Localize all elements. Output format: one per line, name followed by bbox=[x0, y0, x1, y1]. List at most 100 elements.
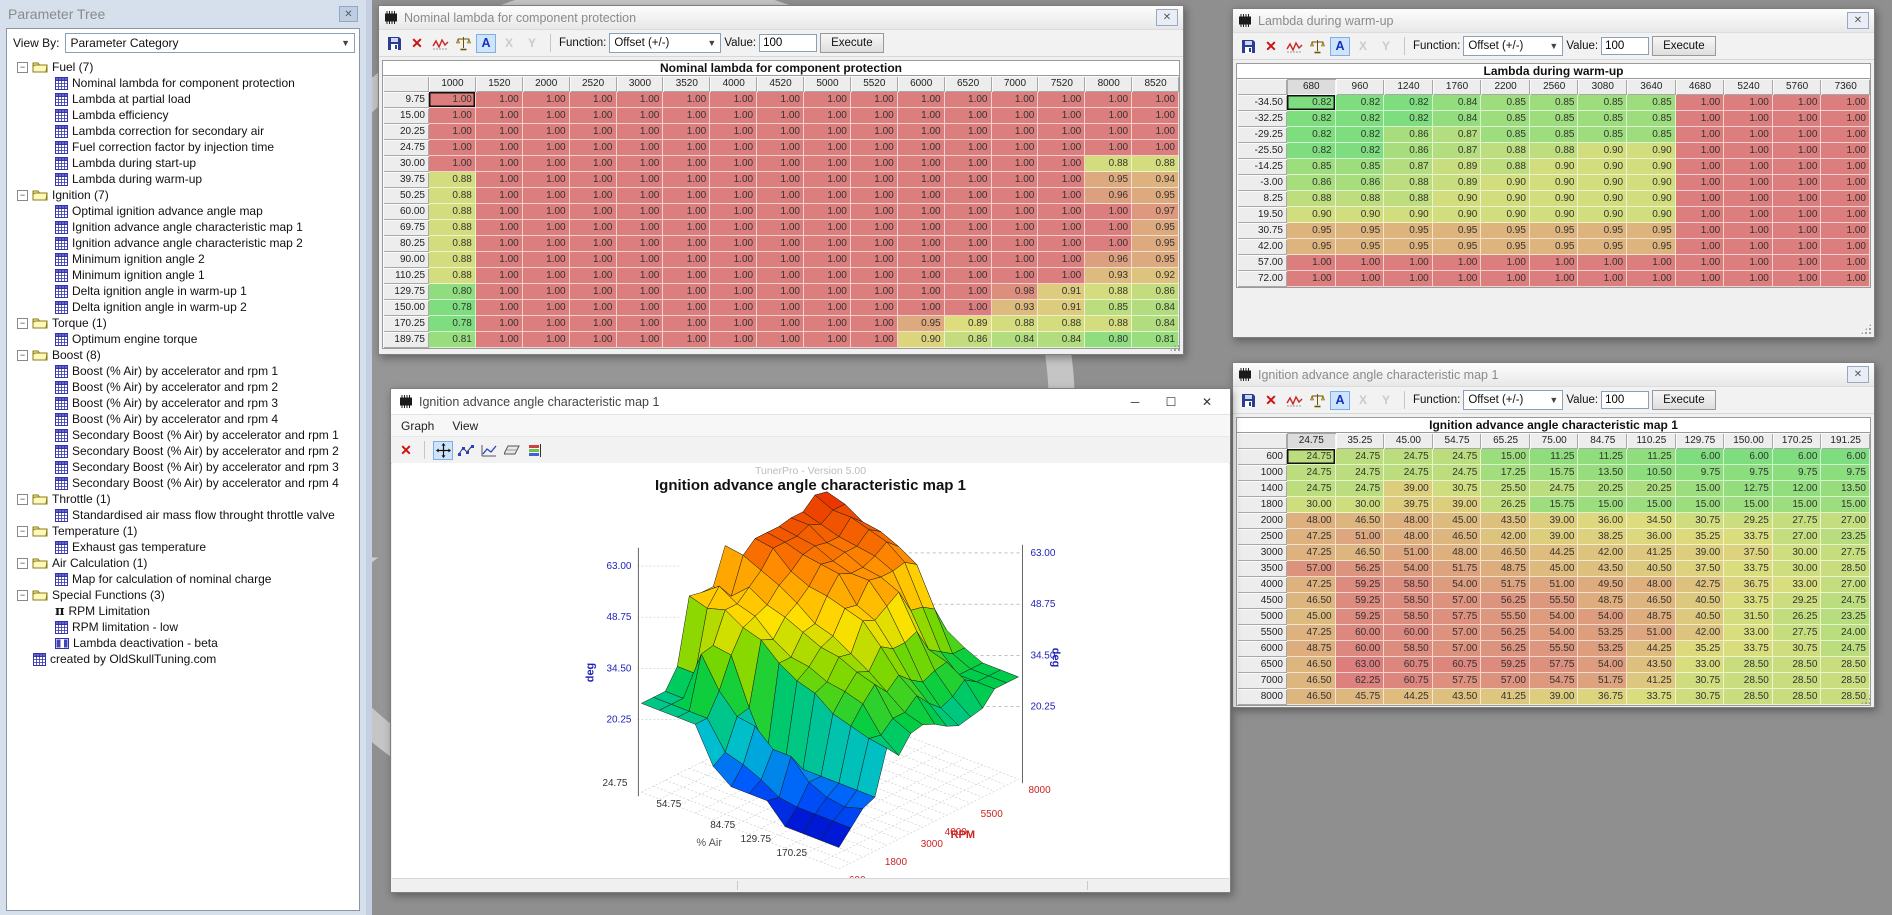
table-cell[interactable]: 1.00 bbox=[851, 204, 898, 220]
table-cell[interactable]: 1.00 bbox=[1773, 175, 1822, 191]
table-cell[interactable]: 1.00 bbox=[1038, 124, 1085, 140]
row-header[interactable]: 72.00 bbox=[1237, 271, 1287, 287]
table-cell[interactable]: 10.50 bbox=[1627, 465, 1676, 481]
table-cell[interactable]: 0.82 bbox=[1287, 127, 1336, 143]
table-cell[interactable]: 1.00 bbox=[429, 92, 476, 108]
table-cell[interactable]: 1.00 bbox=[663, 236, 710, 252]
tree-item[interactable]: Lambda deactivation - beta bbox=[9, 635, 359, 651]
table-cell[interactable]: 29.25 bbox=[1724, 513, 1773, 529]
table-cell[interactable]: 1.00 bbox=[1821, 159, 1870, 175]
table-cell[interactable]: 1.00 bbox=[898, 92, 945, 108]
table-cell[interactable]: 1.00 bbox=[476, 268, 523, 284]
table-cell[interactable]: 11.25 bbox=[1627, 449, 1676, 465]
row-header[interactable]: 3500 bbox=[1237, 561, 1287, 577]
save-icon[interactable] bbox=[384, 34, 404, 53]
table-cell[interactable]: 33.75 bbox=[1724, 593, 1773, 609]
table-cell[interactable]: 1.00 bbox=[1724, 271, 1773, 287]
column-header[interactable]: 4520 bbox=[757, 76, 804, 92]
table-cell[interactable]: 0.88 bbox=[429, 236, 476, 252]
column-header[interactable]: 4000 bbox=[710, 76, 757, 92]
column-header[interactable]: 5240 bbox=[1724, 79, 1773, 95]
table-cell[interactable]: 1.00 bbox=[1038, 156, 1085, 172]
row-header[interactable]: 15.00 bbox=[383, 108, 429, 124]
table-cell[interactable]: 1.00 bbox=[945, 108, 992, 124]
table-cell[interactable]: 0.85 bbox=[1530, 95, 1579, 111]
table-cell[interactable]: 1.00 bbox=[1627, 271, 1676, 287]
table-cell[interactable]: 1.00 bbox=[476, 172, 523, 188]
row-header[interactable]: -34.50 bbox=[1237, 95, 1287, 111]
table-cell[interactable]: 1.00 bbox=[570, 316, 617, 332]
table-cell[interactable]: 1.00 bbox=[945, 268, 992, 284]
table-cell[interactable]: 1.00 bbox=[523, 204, 570, 220]
column-header[interactable]: 1520 bbox=[476, 76, 523, 92]
table-cell[interactable]: 1.00 bbox=[570, 140, 617, 156]
table-cell[interactable]: 17.25 bbox=[1481, 465, 1530, 481]
table-cell[interactable]: 46.50 bbox=[1287, 657, 1336, 673]
table-cell[interactable]: 0.84 bbox=[992, 332, 1039, 348]
tree-group[interactable]: −Fuel (7) bbox=[9, 59, 359, 75]
table-cell[interactable]: 1.00 bbox=[1038, 268, 1085, 284]
table-cell[interactable]: 1.00 bbox=[1530, 255, 1579, 271]
compare-icon[interactable] bbox=[1307, 391, 1327, 410]
table-cell[interactable]: 1.00 bbox=[757, 172, 804, 188]
collapse-icon[interactable]: − bbox=[17, 62, 28, 73]
table-cell[interactable]: 1.00 bbox=[617, 204, 664, 220]
tree-item[interactable]: Optimum engine torque bbox=[9, 331, 359, 347]
table-cell[interactable]: 0.85 bbox=[1627, 127, 1676, 143]
table-cell[interactable]: 1.00 bbox=[1821, 223, 1870, 239]
table-cell[interactable]: 0.85 bbox=[1085, 300, 1132, 316]
table-cell[interactable]: 1.00 bbox=[523, 108, 570, 124]
table-cell[interactable]: 1.00 bbox=[851, 332, 898, 348]
table-cell[interactable]: 15.00 bbox=[1676, 497, 1725, 513]
table-cell[interactable]: 1.00 bbox=[992, 188, 1039, 204]
table-cell[interactable]: 1.00 bbox=[1773, 111, 1822, 127]
tree-item[interactable]: Map for calculation of nominal charge bbox=[9, 571, 359, 587]
column-header[interactable]: 7520 bbox=[1038, 76, 1085, 92]
table-cell[interactable]: 0.90 bbox=[1384, 207, 1433, 223]
column-header[interactable]: 3520 bbox=[663, 76, 710, 92]
tree-item[interactable]: Secondary Boost (% Air) by accelerator a… bbox=[9, 475, 359, 491]
table-cell[interactable]: 0.90 bbox=[1481, 175, 1530, 191]
table-cell[interactable]: 0.84 bbox=[1132, 316, 1179, 332]
table-cell[interactable]: 1.00 bbox=[1676, 95, 1725, 111]
close-icon[interactable]: ✕ bbox=[1847, 366, 1869, 383]
table-cell[interactable]: 0.88 bbox=[1481, 159, 1530, 175]
table-cell[interactable]: 27.75 bbox=[1821, 545, 1870, 561]
delete-icon[interactable]: ✕ bbox=[396, 441, 416, 460]
table-cell[interactable]: 28.50 bbox=[1724, 689, 1773, 705]
table-cell[interactable]: 0.88 bbox=[1038, 316, 1085, 332]
table-cell[interactable]: 1.00 bbox=[804, 220, 851, 236]
table-cell[interactable]: 0.84 bbox=[1132, 300, 1179, 316]
tree-item[interactable]: Lambda during warm-up bbox=[9, 171, 359, 187]
table-cell[interactable]: 1.00 bbox=[757, 108, 804, 124]
table-cell[interactable]: 0.85 bbox=[1481, 127, 1530, 143]
column-header[interactable]: 5520 bbox=[851, 76, 898, 92]
table-cell[interactable]: 46.50 bbox=[1627, 593, 1676, 609]
table-cell[interactable]: 1.00 bbox=[945, 284, 992, 300]
table-cell[interactable]: 28.50 bbox=[1773, 689, 1822, 705]
table-cell[interactable]: 53.25 bbox=[1578, 625, 1627, 641]
table-cell[interactable]: 1.00 bbox=[1724, 143, 1773, 159]
table-cell[interactable]: 0.85 bbox=[1287, 159, 1336, 175]
table-cell[interactable]: 0.82 bbox=[1287, 95, 1336, 111]
table-cell[interactable]: 0.90 bbox=[1627, 191, 1676, 207]
table-cell[interactable]: 1.00 bbox=[1676, 239, 1725, 255]
table-cell[interactable]: 42.00 bbox=[1481, 529, 1530, 545]
table-cell[interactable]: 1.00 bbox=[1038, 140, 1085, 156]
table-cell[interactable]: 0.90 bbox=[1481, 191, 1530, 207]
table-cell[interactable]: 48.00 bbox=[1384, 513, 1433, 529]
table-cell[interactable]: 1.00 bbox=[523, 252, 570, 268]
table-cell[interactable]: 1.00 bbox=[663, 316, 710, 332]
table-cell[interactable]: 37.50 bbox=[1676, 561, 1725, 577]
table-cell[interactable]: 34.50 bbox=[1627, 513, 1676, 529]
table-cell[interactable]: 0.84 bbox=[1433, 111, 1482, 127]
table-cell[interactable]: 1.00 bbox=[757, 252, 804, 268]
table-cell[interactable]: 1.00 bbox=[945, 204, 992, 220]
table-cell[interactable]: 1.00 bbox=[663, 92, 710, 108]
table-cell[interactable]: 0.88 bbox=[1085, 156, 1132, 172]
table-cell[interactable]: 24.75 bbox=[1287, 481, 1336, 497]
y-axis-icon[interactable]: Y bbox=[1376, 37, 1396, 56]
table-cell[interactable]: 38.25 bbox=[1578, 529, 1627, 545]
table-cell[interactable]: 0.84 bbox=[1038, 332, 1085, 348]
table-cell[interactable]: 41.25 bbox=[1481, 689, 1530, 705]
